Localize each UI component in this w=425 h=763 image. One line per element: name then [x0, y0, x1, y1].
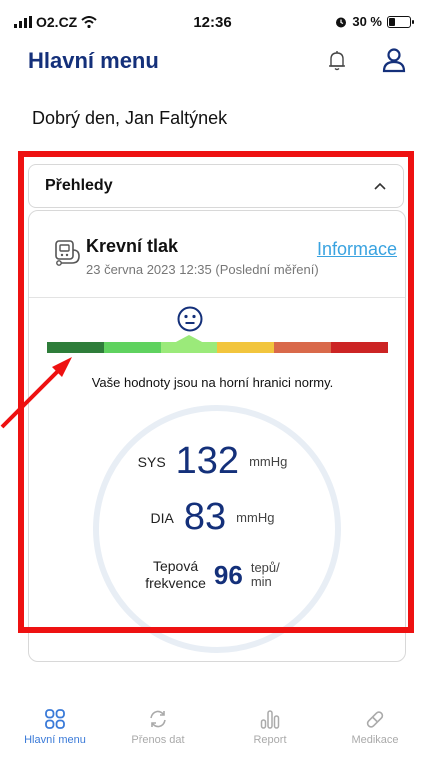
tab-data-transfer-label: Přenos dat	[131, 734, 185, 746]
bar-chart-icon	[260, 710, 280, 729]
greeting-text: Dobrý den, Jan Faltýnek	[32, 108, 228, 128]
grid-icon	[45, 709, 65, 729]
tab-bar: Hlavní menu Přenos dat Report Medikace	[0, 700, 425, 763]
alarm-icon	[336, 17, 347, 27]
tab-report-label: Report	[253, 734, 287, 746]
battery-icon	[387, 15, 414, 28]
battery-fill	[389, 17, 395, 26]
app-header: Hlavní menu	[0, 40, 425, 84]
tab-medication[interactable]: Medikace	[330, 708, 420, 746]
tab-main-menu[interactable]: Hlavní menu	[10, 708, 100, 746]
tab-medication-label: Medikace	[351, 734, 399, 746]
status-bar: O2.CZ 12:36 30 %	[0, 0, 425, 44]
pill-icon	[366, 711, 384, 728]
sync-icon	[150, 710, 166, 728]
battery-percent: 30 %	[352, 14, 382, 29]
status-right: 30 %	[335, 14, 414, 29]
bell-icon[interactable]	[324, 48, 350, 74]
user-icon[interactable]	[380, 46, 408, 74]
page-title: Hlavní menu	[28, 48, 159, 73]
tab-main-menu-label: Hlavní menu	[24, 734, 86, 746]
tab-data-transfer[interactable]: Přenos dat	[113, 708, 203, 746]
tab-report[interactable]: Report	[225, 708, 315, 746]
annotation-arrow-icon	[0, 357, 72, 429]
